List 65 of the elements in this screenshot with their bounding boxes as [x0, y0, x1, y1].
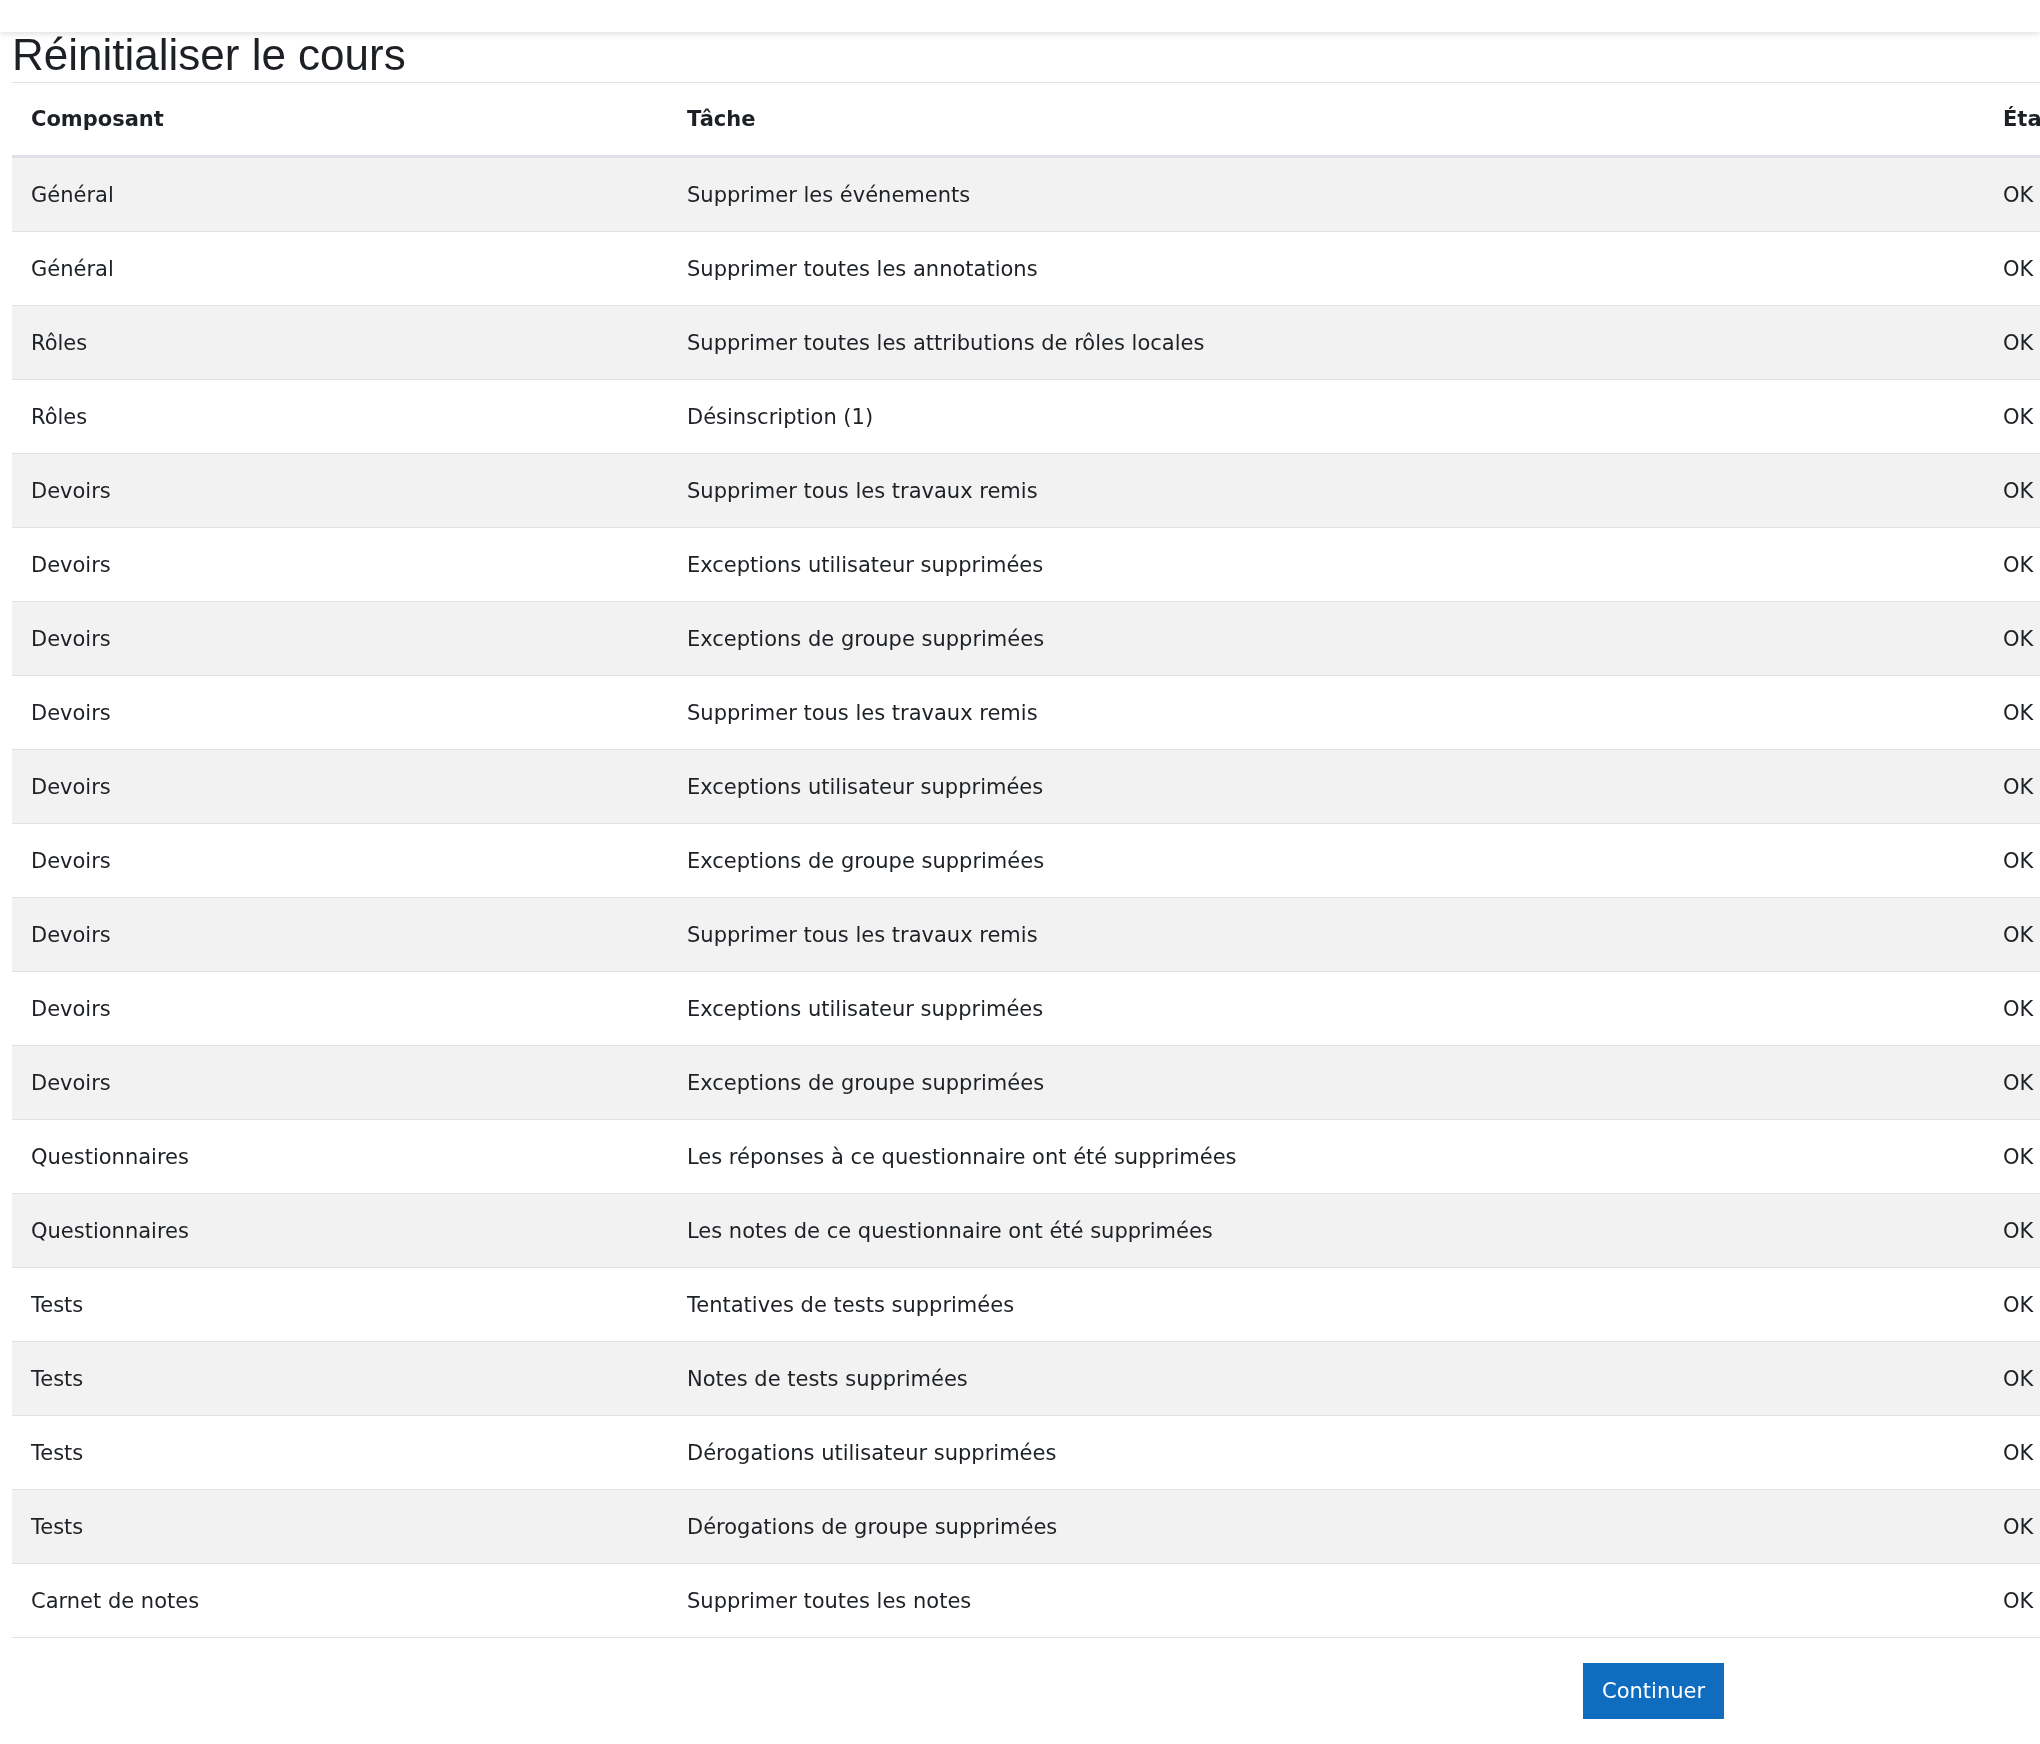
table-cell-text: Tentatives de tests supprimées: [686, 1292, 1015, 1317]
table-cell-text: Devoirs: [30, 922, 111, 947]
table-cell-text: Devoirs: [30, 1070, 111, 1095]
table-cell: OK: [2003, 996, 2034, 1021]
table-cell-text: Questionnaires: [30, 1144, 189, 1169]
table-cell-text: Devoirs: [30, 774, 111, 799]
table-cell: OK: [2003, 1588, 2034, 1613]
table-cell: OK: [2003, 1218, 2034, 1243]
table-cell-text: Notes de tests supprimées: [686, 1366, 968, 1391]
table-cell-text: Devoirs: [30, 626, 111, 651]
table-cell: OK: [2003, 182, 2034, 207]
table-cell: OK: [2003, 1144, 2034, 1169]
table-cell: OK: [2003, 1292, 2034, 1317]
table-cell-text: Rôles: [30, 404, 88, 429]
table-cell-text: Exceptions utilisateur supprimées: [686, 774, 1044, 799]
table-cell-text: Tests: [30, 1440, 84, 1465]
table-cell: OK: [2003, 922, 2034, 947]
table-cell-text: Exceptions utilisateur supprimées: [686, 996, 1044, 1021]
table-cell-text: Supprimer toutes les notes: [686, 1588, 972, 1613]
table-cell-text: Questionnaires: [30, 1218, 189, 1243]
table-cell-text: Tests: [30, 1514, 84, 1539]
table-cell: OK: [2003, 848, 2034, 873]
table-cell-text: Désinscription (1): [686, 404, 874, 429]
table-cell-text: Supprimer les événements: [686, 182, 971, 207]
table-cell-text: Devoirs: [30, 552, 111, 577]
table-cell-text: Dérogations de groupe supprimées: [686, 1514, 1058, 1539]
table-cell-text: Exceptions de groupe supprimées: [686, 626, 1045, 651]
table-cell-text: Carnet de notes: [30, 1588, 200, 1613]
continue-button[interactable]: Continuer: [1583, 1663, 1725, 1719]
table-cell: OK: [2003, 1366, 2034, 1391]
column-header: Composant: [30, 107, 164, 131]
table-cell-text: Supprimer tous les travaux remis: [686, 922, 1038, 947]
table-cell-text: Exceptions de groupe supprimées: [686, 1070, 1045, 1095]
table-cell-text: Exceptions de groupe supprimées: [686, 848, 1045, 873]
table-cell-text: Général: [30, 256, 114, 281]
table-cell: OK: [2003, 626, 2034, 651]
table-cell-text: Les notes de ce questionnaire ont été supprimées: [686, 1218, 1213, 1243]
table-cell-text: Tests: [30, 1292, 84, 1317]
table-cell-text: Dérogations utilisateur supprimées: [686, 1440, 1057, 1465]
table-cell-text: Devoirs: [30, 848, 111, 873]
table-cell-text: Supprimer tous les travaux remis: [686, 478, 1038, 503]
table-cell: OK: [2003, 552, 2034, 577]
table-cell-text: Tests: [30, 1366, 84, 1391]
column-header: Éta: [2003, 107, 2040, 131]
table-cell: OK: [2003, 700, 2034, 725]
table-cell: OK: [2003, 1440, 2034, 1465]
table-cell-text: Rôles: [30, 330, 88, 355]
table-cell: OK: [2003, 774, 2034, 799]
table-cell-text: Supprimer toutes les annotations: [686, 256, 1038, 281]
page-title: Réinitialiser le cours: [12, 32, 406, 78]
table-cell-text: Devoirs: [30, 996, 111, 1021]
table-cell: OK: [2003, 1070, 2034, 1095]
table-cell-text: Devoirs: [30, 478, 111, 503]
table-cell: OK: [2003, 478, 2034, 503]
table-cell-text: Supprimer tous les travaux remis: [686, 700, 1038, 725]
table-cell-text: Général: [30, 182, 114, 207]
table-cell: OK: [2003, 404, 2034, 429]
table-cell-text: Supprimer toutes les attributions de rôles locales: [686, 330, 1205, 355]
column-header: Tâche: [686, 107, 756, 131]
table-cell-text: Exceptions utilisateur supprimées: [686, 552, 1044, 577]
table-cell: OK: [2003, 256, 2034, 281]
table-cell: OK: [2003, 330, 2034, 355]
table-cell-text: Devoirs: [30, 700, 111, 725]
table-cell: OK: [2003, 1514, 2034, 1539]
table-cell-text: Les réponses à ce questionnaire ont été supprimées: [686, 1144, 1237, 1169]
